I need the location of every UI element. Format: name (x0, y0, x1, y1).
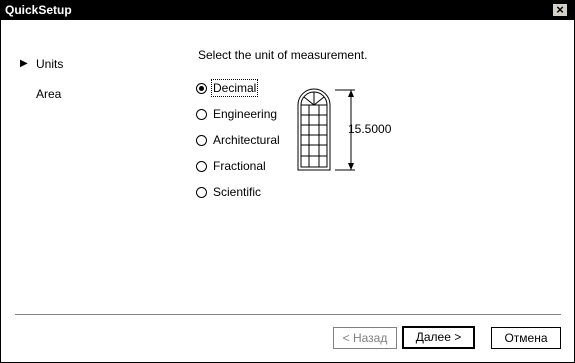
next-button[interactable]: Далее > (402, 326, 475, 349)
dimension-value: 15.5000 (348, 122, 392, 136)
radio-label-architectural[interactable]: Architectural (213, 133, 280, 147)
radio-selected-dot (199, 86, 204, 91)
dialog-content: ▶ Units Area Select the unit of measurem… (1, 20, 574, 362)
back-button[interactable]: < Назад (333, 327, 397, 349)
radio-button[interactable] (196, 187, 207, 198)
radio-button[interactable] (196, 161, 207, 172)
radio-button[interactable] (196, 135, 207, 146)
radio-label-engineering[interactable]: Engineering (213, 107, 277, 121)
nav-item-area[interactable]: Area (36, 87, 61, 101)
cancel-button[interactable]: Отмена (491, 327, 561, 349)
footer-separator (15, 314, 561, 318)
dialog-title: QuickSetup (5, 3, 72, 17)
current-step-arrow-icon: ▶ (20, 58, 28, 69)
nav-item-units[interactable]: Units (36, 57, 63, 71)
close-button[interactable]: × (552, 3, 568, 17)
radio-label-decimal[interactable]: Decimal (210, 79, 259, 97)
title-bar: QuickSetup × (1, 1, 574, 20)
radio-button[interactable] (196, 83, 207, 94)
quicksetup-dialog: QuickSetup × ▶ Units Area Select the uni… (0, 0, 575, 363)
radio-label-scientific[interactable]: Scientific (213, 185, 261, 199)
units-prompt: Select the unit of measurement. (198, 48, 368, 62)
radio-label-fractional[interactable]: Fractional (213, 159, 266, 173)
radio-button[interactable] (196, 109, 207, 120)
